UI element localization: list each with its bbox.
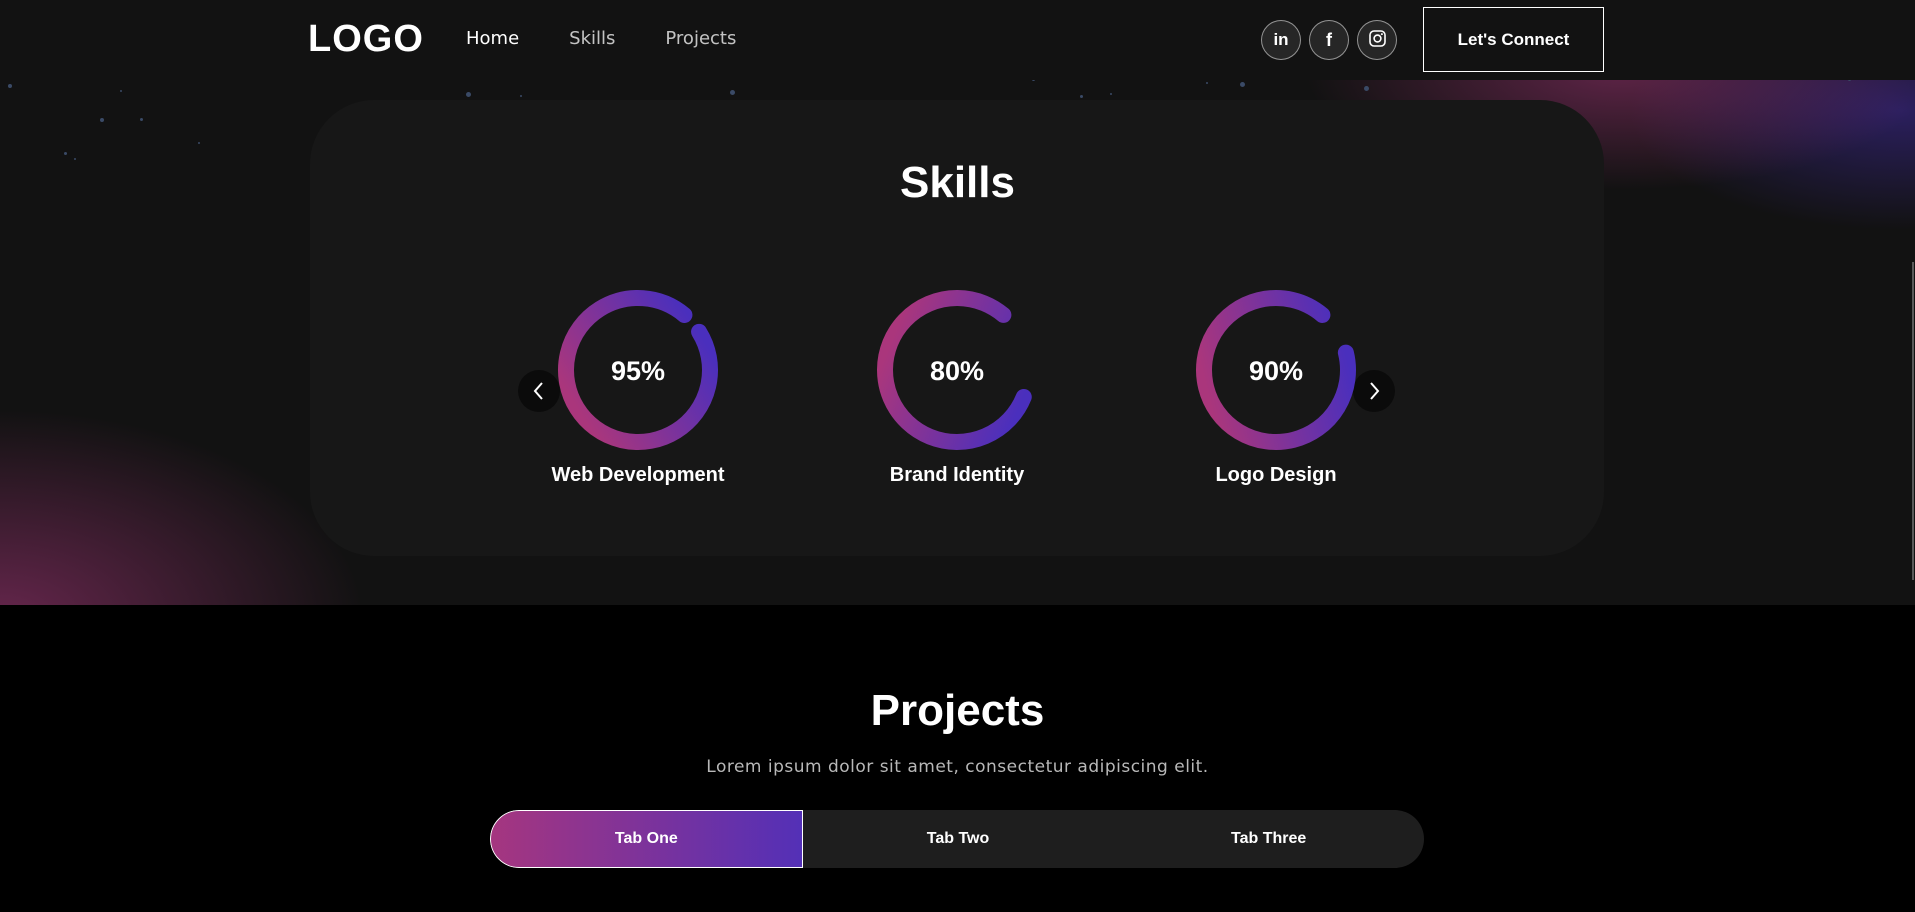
star-dot <box>1240 82 1245 87</box>
star-dot <box>1110 93 1112 95</box>
linkedin-link[interactable]: in <box>1261 20 1301 60</box>
nav-link-projects[interactable]: Projects <box>665 28 736 49</box>
star-dot <box>100 118 104 122</box>
skill-progress-ring: 90% <box>1196 290 1356 450</box>
star-dot <box>64 152 67 155</box>
skill-percent: 95% <box>611 356 665 386</box>
tab-three[interactable]: Tab Three <box>1113 810 1424 868</box>
instagram-link[interactable] <box>1357 20 1397 60</box>
project-tabs: Tab One Tab Two Tab Three <box>490 810 1424 868</box>
skill-progress-ring: 80% <box>877 290 1037 450</box>
skill-item-logo-design: 90% Logo Design <box>1166 288 1386 487</box>
projects-subtitle: Lorem ipsum dolor sit amet, consectetur … <box>706 757 1209 777</box>
star-dot <box>120 90 122 92</box>
nav-links: Home Skills Projects <box>466 28 736 49</box>
scrollbar[interactable] <box>1912 262 1914 580</box>
projects-title: Projects <box>870 686 1045 735</box>
skill-percent: 80% <box>930 356 984 386</box>
tab-two[interactable]: Tab Two <box>803 810 1114 868</box>
star-dot <box>1080 95 1083 98</box>
linkedin-icon: in <box>1273 30 1289 49</box>
star-dot <box>1364 86 1369 91</box>
skill-label: Brand Identity <box>889 464 1025 486</box>
star-dot <box>520 95 522 97</box>
facebook-link[interactable]: f <box>1309 20 1349 60</box>
social-links: in f <box>1261 20 1397 60</box>
star-dot <box>198 142 200 144</box>
skill-item-web-development: 95% Web Development <box>528 288 748 487</box>
nav-link-home[interactable]: Home <box>466 28 519 49</box>
logo[interactable]: LOGO <box>308 18 424 61</box>
skill-progress-ring: 95% <box>558 290 718 450</box>
facebook-icon: f <box>1326 29 1332 50</box>
skills-title: Skills <box>900 158 1015 207</box>
skill-item-brand-identity: 80% Brand Identity <box>847 288 1067 487</box>
lets-connect-button[interactable]: Let's Connect <box>1423 7 1604 72</box>
star-dot <box>466 92 471 97</box>
tab-one[interactable]: Tab One <box>490 810 803 868</box>
star-dot <box>730 90 735 95</box>
star-dot <box>140 118 143 121</box>
star-dot <box>8 84 12 88</box>
nav-link-skills[interactable]: Skills <box>569 28 615 49</box>
skill-label: Logo Design <box>1215 464 1337 486</box>
instagram-icon <box>1368 29 1386 51</box>
star-dot <box>1206 82 1208 84</box>
navbar: LOGO Home Skills Projects in f Let's Con… <box>0 0 1915 80</box>
skill-percent: 90% <box>1249 356 1303 386</box>
skill-label: Web Development <box>551 464 725 486</box>
